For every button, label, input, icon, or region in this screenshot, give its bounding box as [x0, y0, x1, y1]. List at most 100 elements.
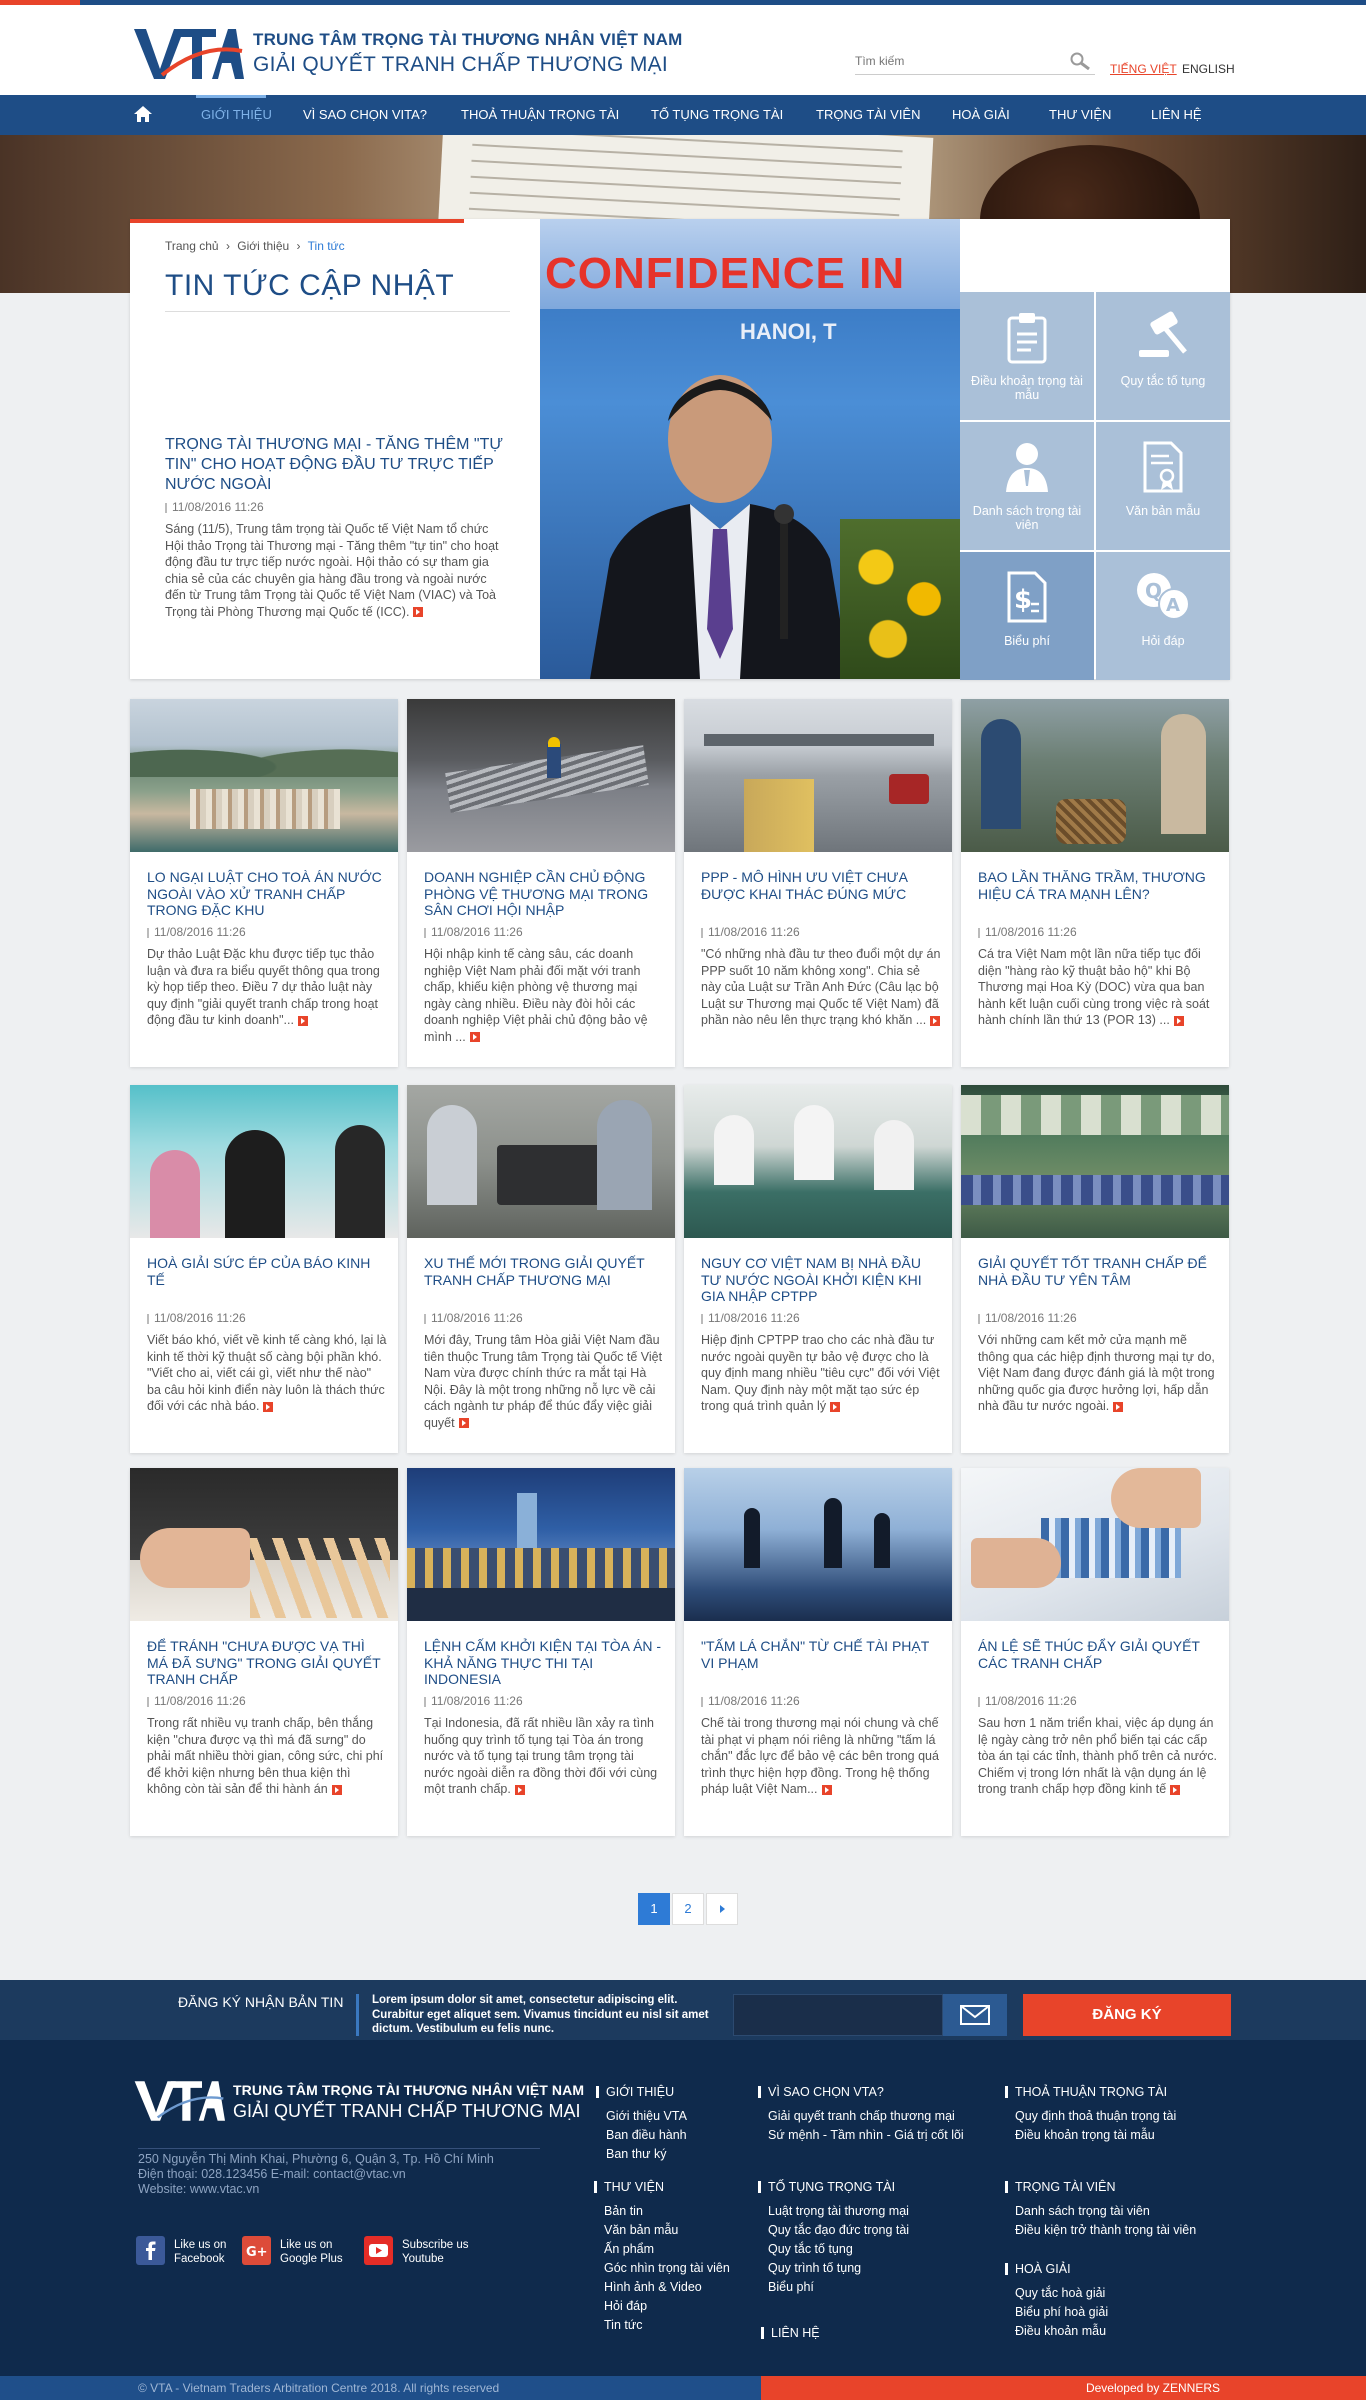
article-thumbnail[interactable]: [130, 699, 398, 852]
read-more-icon[interactable]: [331, 1784, 342, 1795]
developer-credit[interactable]: Developed by ZENNERS: [1086, 2381, 1220, 2395]
footer-link[interactable]: Văn bản mẫu: [604, 2221, 730, 2240]
article-thumbnail[interactable]: [130, 1468, 398, 1621]
article-title[interactable]: PPP - MÔ HÌNH ƯU VIỆT CHƯA ĐƯỢC KHAI THÁ…: [701, 869, 941, 902]
article-title[interactable]: GIẢI QUYẾT TỐT TRANH CHẤP ĐỂ NHÀ ĐẦU TƯ …: [978, 1255, 1218, 1288]
read-more-icon[interactable]: [514, 1784, 525, 1795]
article-title[interactable]: LỆNH CẤM KHỞI KIỆN TẠI TÒA ÁN - KHẢ NĂNG…: [424, 1638, 664, 1688]
page-1-button[interactable]: 1: [638, 1893, 670, 1925]
footer-link[interactable]: Giới thiệu VTA: [606, 2107, 687, 2126]
article-card[interactable]: DOANH NGHIỆP CẦN CHỦ ĐỘNG PHÒNG VỆ THƯƠN…: [407, 699, 675, 1067]
read-more-icon[interactable]: [263, 1401, 274, 1412]
article-card[interactable]: ÁN LỆ SẼ THÚC ĐẨY GIẢI QUYẾT CÁC TRANH C…: [961, 1468, 1229, 1836]
article-title[interactable]: NGUY CƠ VIỆT NAM BỊ NHÀ ĐẦU TƯ NƯỚC NGOÀ…: [701, 1255, 941, 1305]
article-thumbnail[interactable]: [684, 1085, 952, 1238]
article-title[interactable]: LO NGẠI LUẬT CHO TOÀ ÁN NƯỚC NGOÀI VÀO X…: [147, 869, 387, 919]
page-2-button[interactable]: 2: [672, 1893, 704, 1925]
article-title[interactable]: BAO LẦN THĂNG TRẦM, THƯƠNG HIỆU CÁ TRA M…: [978, 869, 1218, 902]
article-card[interactable]: ĐỂ TRÁNH "CHƯA ĐƯỢC VẠ THÌ MÁ ĐÃ SƯNG" T…: [130, 1468, 398, 1836]
nav-thoa-thuan-trong-tai[interactable]: THOẢ THUẬN TRỌNG TÀI: [461, 107, 619, 122]
read-more-icon[interactable]: [297, 1015, 308, 1026]
footer-link[interactable]: Sứ mệnh - Tầm nhìn - Giá trị cốt lõi: [768, 2126, 964, 2145]
article-card[interactable]: GIẢI QUYẾT TỐT TRANH CHẤP ĐỂ NHÀ ĐẦU TƯ …: [961, 1085, 1229, 1453]
footer-heading-trong-tai-vien[interactable]: TRỌNG TÀI VIÊN: [1005, 2180, 1115, 2194]
featured-article-title[interactable]: TRỌNG TÀI THƯƠNG MẠI - TĂNG THÊM "TỰ TIN…: [165, 435, 510, 495]
nav-hoa-giai[interactable]: HOÀ GIẢI: [952, 107, 1010, 122]
nav-vi-sao-chon[interactable]: VÌ SAO CHỌN VITA?: [303, 107, 427, 122]
article-thumbnail[interactable]: [130, 1085, 398, 1238]
quick-link-van-ban-mau[interactable]: Văn bản mẫu: [1096, 422, 1230, 550]
quick-link-hoi-dap[interactable]: QA Hỏi đáp: [1096, 552, 1230, 680]
article-title[interactable]: ĐỂ TRÁNH "CHƯA ĐƯỢC VẠ THÌ MÁ ĐÃ SƯNG" T…: [147, 1638, 387, 1688]
article-card[interactable]: LỆNH CẤM KHỞI KIỆN TẠI TÒA ÁN - KHẢ NĂNG…: [407, 1468, 675, 1836]
lang-en-link[interactable]: ENGLISH: [1182, 62, 1235, 76]
footer-link[interactable]: Quy trình tố tụng: [768, 2259, 909, 2278]
article-title[interactable]: HOÀ GIẢI SỨC ÉP CỦA BÁO KINH TẾ: [147, 1255, 387, 1288]
footer-link[interactable]: Quy tắc tố tụng: [768, 2240, 909, 2259]
article-thumbnail[interactable]: [407, 699, 675, 852]
footer-link[interactable]: Hình ảnh & Video: [604, 2278, 730, 2297]
footer-link[interactable]: Ấn phẩm: [604, 2240, 730, 2259]
article-thumbnail[interactable]: [684, 699, 952, 852]
read-more-icon[interactable]: [821, 1784, 832, 1795]
footer-website[interactable]: Website: www.vtac.vn: [138, 2182, 494, 2197]
home-icon[interactable]: [133, 105, 153, 123]
footer-heading-gioi-thieu[interactable]: GIỚI THIỆU: [596, 2085, 674, 2099]
footer-link[interactable]: Điều khoản mẫu: [1015, 2322, 1108, 2341]
next-page-button[interactable]: [706, 1893, 738, 1925]
search-icon[interactable]: [1069, 52, 1091, 70]
quick-link-bieu-phi[interactable]: $ Biểu phí: [960, 552, 1094, 680]
featured-article-image[interactable]: CONFIDENCE IN HANOI, T: [540, 219, 960, 679]
article-title[interactable]: DOANH NGHIỆP CẦN CHỦ ĐỘNG PHÒNG VỆ THƯƠN…: [424, 869, 664, 919]
footer-vta-logo[interactable]: [133, 2078, 225, 2124]
read-more-icon[interactable]: [930, 1015, 941, 1026]
newsletter-mail-button[interactable]: [943, 1994, 1007, 2036]
article-thumbnail[interactable]: [684, 1468, 952, 1621]
footer-link[interactable]: Giải quyết tranh chấp thương mại: [768, 2107, 964, 2126]
footer-heading-lien-he[interactable]: LIÊN HỆ: [761, 2326, 820, 2340]
footer-link[interactable]: Quy định thoả thuận trọng tài: [1015, 2107, 1176, 2126]
footer-link[interactable]: Ban điều hành: [606, 2126, 687, 2145]
footer-link[interactable]: Bản tin: [604, 2202, 730, 2221]
read-more-icon[interactable]: [1173, 1015, 1184, 1026]
read-more-icon[interactable]: [469, 1032, 480, 1043]
read-more-icon[interactable]: [1170, 1784, 1181, 1795]
breadcrumb-gioi-thieu[interactable]: Giới thiệu: [237, 239, 289, 253]
footer-link[interactable]: Biểu phí: [768, 2278, 909, 2297]
footer-link[interactable]: Điều kiện trở thành trọng tài viên: [1015, 2221, 1196, 2240]
read-more-icon[interactable]: [1113, 1401, 1124, 1412]
footer-link[interactable]: Tin tức: [604, 2316, 730, 2335]
quick-link-dieu-khoan[interactable]: Điều khoản trọng tài mẫu: [960, 292, 1094, 420]
article-thumbnail[interactable]: [961, 699, 1229, 852]
article-card[interactable]: BAO LẦN THĂNG TRẦM, THƯƠNG HIỆU CÁ TRA M…: [961, 699, 1229, 1067]
footer-link[interactable]: Hỏi đáp: [604, 2297, 730, 2316]
nav-lien-he[interactable]: LIÊN HỆ: [1151, 107, 1202, 122]
breadcrumb-home[interactable]: Trang chủ: [165, 239, 219, 253]
footer-link[interactable]: Biểu phí hoà giải: [1015, 2303, 1108, 2322]
article-card[interactable]: "TẤM LÁ CHẮN" TỪ CHẾ TÀI PHẠT VI PHẠM 11…: [684, 1468, 952, 1836]
footer-link[interactable]: Góc nhìn trọng tài viên: [604, 2259, 730, 2278]
search-input[interactable]: [855, 49, 1055, 73]
nav-trong-tai-vien[interactable]: TRỌNG TÀI VIÊN: [816, 107, 921, 122]
article-card[interactable]: PPP - MÔ HÌNH ƯU VIỆT CHƯA ĐƯỢC KHAI THÁ…: [684, 699, 952, 1067]
article-title[interactable]: "TẤM LÁ CHẮN" TỪ CHẾ TÀI PHẠT VI PHẠM: [701, 1638, 941, 1671]
article-title[interactable]: XU THẾ MỚI TRONG GIẢI QUYẾT TRANH CHẤP T…: [424, 1255, 664, 1288]
quick-link-quy-tac-to-tung[interactable]: Quy tắc tố tụng: [1096, 292, 1230, 420]
footer-link[interactable]: Quy tắc đạo đức trọng tài: [768, 2221, 909, 2240]
footer-heading-thoa-thuan[interactable]: THOẢ THUẬN TRỌNG TÀI: [1005, 2085, 1167, 2099]
footer-heading-to-tung[interactable]: TỐ TỤNG TRỌNG TÀI: [758, 2180, 895, 2194]
read-more-icon[interactable]: [458, 1418, 469, 1429]
vta-logo[interactable]: [132, 23, 244, 83]
footer-heading-hoa-giai[interactable]: HOÀ GIẢI: [1005, 2262, 1071, 2276]
nav-thu-vien[interactable]: THƯ VIỆN: [1049, 107, 1111, 122]
footer-heading-vi-sao-chon[interactable]: VÌ SAO CHỌN VTA?: [758, 2085, 884, 2099]
article-card[interactable]: NGUY CƠ VIỆT NAM BỊ NHÀ ĐẦU TƯ NƯỚC NGOÀ…: [684, 1085, 952, 1453]
footer-link[interactable]: Luật trọng tài thương mại: [768, 2202, 909, 2221]
lang-vi-link[interactable]: TIẾNG VIỆT: [1110, 62, 1177, 76]
subscribe-button[interactable]: ĐĂNG KÝ: [1023, 1994, 1231, 2036]
article-thumbnail[interactable]: [407, 1468, 675, 1621]
article-thumbnail[interactable]: [407, 1085, 675, 1238]
article-thumbnail[interactable]: [961, 1085, 1229, 1238]
article-card[interactable]: HOÀ GIẢI SỨC ÉP CỦA BÁO KINH TẾ 11/08/20…: [130, 1085, 398, 1453]
footer-link[interactable]: Danh sách trọng tài viên: [1015, 2202, 1196, 2221]
